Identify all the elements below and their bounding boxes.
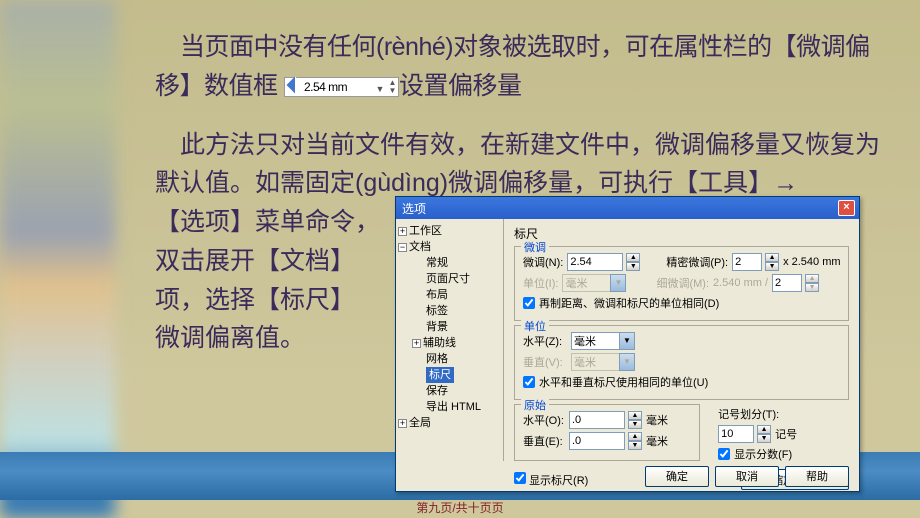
- units-i-combo: ▼: [562, 274, 626, 292]
- expand-icon[interactable]: +: [398, 227, 407, 236]
- tree-rulers[interactable]: 标尺: [398, 367, 501, 383]
- spin-buttons[interactable]: ▲▼: [757, 425, 771, 443]
- show-rulers-checkbox[interactable]: [514, 472, 526, 484]
- tree-layout[interactable]: 布局: [398, 287, 501, 303]
- vert-combo: ▼: [571, 353, 635, 371]
- same-hv-label: 水平和垂直标尺使用相同的单位(U): [539, 374, 708, 390]
- tree-global[interactable]: +全局: [398, 415, 501, 431]
- collapse-icon[interactable]: −: [398, 243, 407, 252]
- tick-div-label: 记号划分(T):: [718, 406, 779, 422]
- help-button[interactable]: 帮助: [785, 466, 849, 487]
- expand-icon[interactable]: +: [412, 339, 421, 348]
- nudge-inline-input[interactable]: 2.54 mm ▼ ▲▼: [284, 77, 399, 97]
- nudge-inline-value: 2.54 mm: [304, 80, 347, 94]
- cancel-button[interactable]: 取消: [715, 466, 779, 487]
- tree-save[interactable]: 保存: [398, 383, 501, 399]
- precise-label: 精密微调(P):: [666, 254, 728, 270]
- tree-pane[interactable]: +工作区 −文档 常规 页面尺寸 布局 标签 背景 +辅助线 网格 标尺 保存 …: [396, 219, 504, 461]
- nudge-input[interactable]: [567, 253, 623, 271]
- fine-input[interactable]: [772, 274, 802, 292]
- same-units-checkbox[interactable]: [523, 297, 535, 309]
- group-origin: 原始 水平(O): ▲▼ 毫米 垂直(E): ▲▼ 毫米: [514, 404, 700, 461]
- dropdown-icon[interactable]: ▼: [376, 81, 384, 97]
- nudge-icon: [286, 77, 303, 94]
- group-origin-title: 原始: [521, 397, 549, 413]
- spin-buttons[interactable]: ▲▼: [389, 79, 396, 95]
- show-frac-checkbox[interactable]: [718, 448, 730, 460]
- spin-buttons[interactable]: ▲▼: [765, 253, 779, 271]
- fine-label: 细微调(M):: [656, 275, 709, 291]
- spin-buttons[interactable]: ▲▼: [628, 411, 642, 429]
- spin-buttons[interactable]: ▲▼: [805, 274, 819, 292]
- tree-export-html[interactable]: 导出 HTML: [398, 399, 501, 415]
- close-button[interactable]: ×: [838, 200, 855, 216]
- nudge-label: 微调(N):: [523, 254, 563, 270]
- same-hv-checkbox[interactable]: [523, 376, 535, 388]
- tree-general[interactable]: 常规: [398, 255, 501, 271]
- tick-div-input[interactable]: [718, 425, 754, 443]
- ok-button[interactable]: 确定: [645, 466, 709, 487]
- origin-v-input[interactable]: [569, 432, 625, 450]
- group-nudge-title: 微调: [521, 239, 549, 255]
- precise-input[interactable]: [732, 253, 762, 271]
- horiz-label: 水平(Z):: [523, 333, 567, 349]
- tick-div-unit: 记号: [775, 426, 797, 442]
- same-units-label: 再制距离、微调和标尺的单位相同(D): [539, 295, 719, 311]
- tree-grid[interactable]: 网格: [398, 351, 501, 367]
- precise-suffix: x 2.540 mm: [783, 256, 840, 268]
- dialog-title: 选项: [402, 200, 426, 217]
- origin-h-input[interactable]: [569, 411, 625, 429]
- show-frac-label: 显示分数(F): [734, 446, 792, 462]
- expand-icon[interactable]: +: [398, 419, 407, 428]
- dropdown-icon: ▼: [619, 353, 635, 371]
- panel-title: 标尺: [514, 225, 849, 242]
- horiz-combo[interactable]: ▼: [571, 332, 635, 350]
- spin-buttons[interactable]: ▲▼: [626, 253, 640, 271]
- rulers-panel: 标尺 微调 微调(N): ▲▼ 精密微调(P): ▲▼ x 2.540 mm 单…: [504, 219, 859, 461]
- group-units: 单位 水平(Z): ▼ 垂直(V): ▼ 水平和垂直标尺使用相同的单位(U): [514, 325, 849, 400]
- para1-b: 设置偏移量: [399, 72, 522, 100]
- options-dialog: 选项 × +工作区 −文档 常规 页面尺寸 布局 标签 背景 +辅助线 网格 标…: [395, 196, 860, 492]
- fine-val: 2.540 mm /: [713, 277, 768, 289]
- para2: 此方法只对当前文件有效，在新建文件中，微调偏移量又恢复为默认值。如需固定(gùd…: [155, 126, 900, 204]
- titlebar[interactable]: 选项 ×: [396, 197, 859, 219]
- tree-page-size[interactable]: 页面尺寸: [398, 271, 501, 287]
- show-rulers-label: 显示标尺(R): [529, 475, 588, 487]
- units-i-label: 单位(I):: [523, 275, 558, 291]
- tree-background[interactable]: 背景: [398, 319, 501, 335]
- vert-label: 垂直(V):: [523, 354, 567, 370]
- spin-buttons[interactable]: ▲▼: [628, 432, 642, 450]
- origin-h-label: 水平(O):: [523, 412, 565, 428]
- page-number: 第九页/共十页页: [416, 499, 503, 516]
- tree-guides[interactable]: +辅助线: [398, 335, 501, 351]
- origin-h-unit: 毫米: [646, 412, 668, 428]
- origin-v-label: 垂直(E):: [523, 433, 565, 449]
- tree-label[interactable]: 标签: [398, 303, 501, 319]
- dropdown-icon[interactable]: ▼: [619, 332, 635, 350]
- dropdown-icon: ▼: [610, 274, 626, 292]
- tree-workspace[interactable]: +工作区: [398, 223, 501, 239]
- group-nudge: 微调 微调(N): ▲▼ 精密微调(P): ▲▼ x 2.540 mm 单位(I…: [514, 246, 849, 321]
- tree-document[interactable]: −文档: [398, 239, 501, 255]
- origin-v-unit: 毫米: [646, 433, 668, 449]
- group-units-title: 单位: [521, 318, 549, 334]
